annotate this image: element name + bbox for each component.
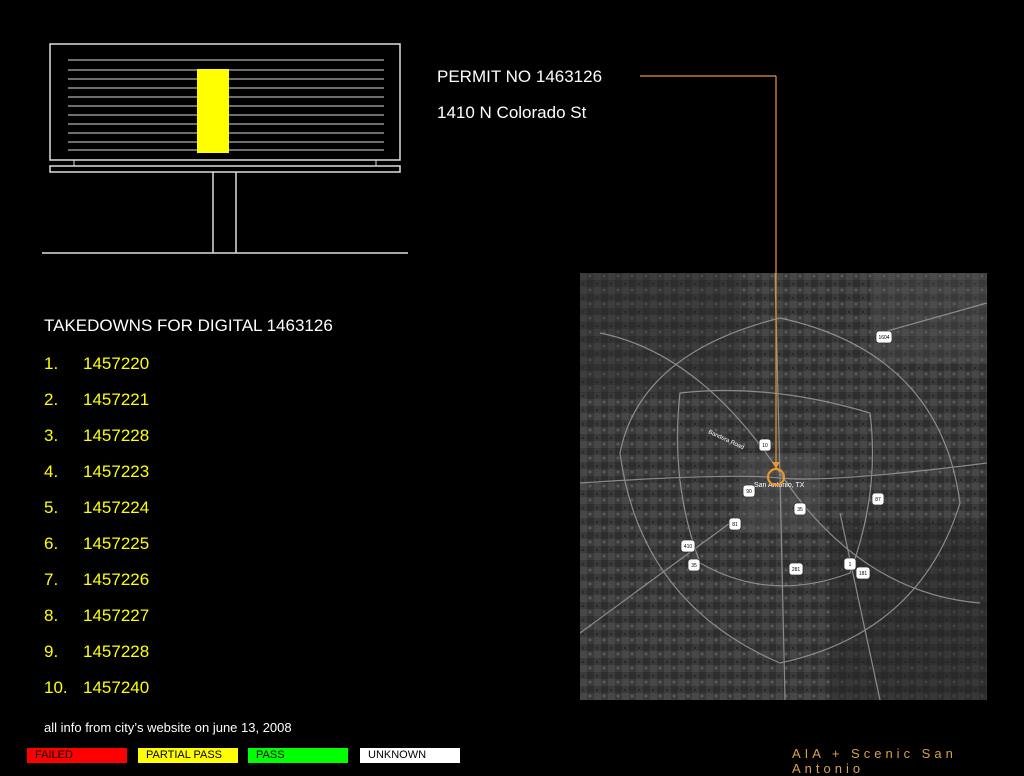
legend-failed: FAILED [27, 748, 127, 763]
highway-shield-icon: 81 [728, 517, 742, 531]
highway-shield-icon: 35 [687, 558, 701, 572]
highway-shield-icon: 87 [871, 492, 885, 506]
legend-pass: PASS [248, 748, 348, 763]
svg-text:1604: 1604 [878, 335, 889, 341]
highway-shield-icon: 281 [788, 562, 804, 576]
source-note: all info from city’s website on june 13,… [44, 720, 292, 735]
takedowns-title: TAKEDOWNS FOR DIGITAL 1463126 [44, 316, 333, 335]
permit-address: 1410 N Colorado St [437, 103, 587, 122]
list-item: 9. 1457228 [44, 642, 150, 661]
satellite-map: 1604 10 90 35 87 81 410 35 281 1 181 San… [580, 273, 987, 700]
brand-footer: AIA + Scenic San Antonio [792, 746, 957, 776]
svg-text:410: 410 [684, 544, 693, 550]
list-item: 2. 1457221 [44, 390, 150, 409]
list-item: 10. 1457240 [44, 678, 150, 697]
highway-shield-icon: 1 [843, 557, 857, 571]
svg-text:35: 35 [797, 507, 803, 513]
highway-shield-icon: 35 [793, 502, 807, 516]
highway-shield-icon: 410 [680, 539, 696, 553]
highway-shield-icon: 181 [855, 566, 871, 580]
takedowns-list: 1. 1457220 2. 1457221 3. 1457228 4. 1457223 … [44, 354, 149, 714]
legend-partial-pass: PARTIAL PASS [138, 748, 238, 763]
permit-number: PERMIT NO 1463126 [437, 67, 603, 86]
billboard-diagram [42, 43, 408, 254]
highway-shield-icon: 10 [758, 438, 772, 452]
svg-text:81: 81 [732, 522, 738, 528]
svg-text:87: 87 [875, 497, 881, 503]
map-city-label: San Antonio, TX [754, 482, 805, 489]
list-item: 1. 1457220 [44, 354, 150, 373]
svg-text:10: 10 [762, 443, 768, 449]
svg-text:90: 90 [746, 489, 752, 495]
highway-shield-icon: 1604 [875, 330, 893, 344]
list-item: 4. 1457223 [44, 462, 150, 481]
list-item: 3. 1457228 [44, 426, 150, 445]
svg-text:1: 1 [849, 562, 852, 568]
billboard-highlight-panel [197, 69, 229, 153]
svg-text:281: 281 [792, 567, 801, 573]
legend-unknown: UNKNOWN [360, 748, 460, 763]
svg-text:35: 35 [691, 563, 697, 569]
list-item: 5. 1457224 [44, 498, 150, 517]
list-item: 6. 1457225 [44, 534, 150, 553]
list-item: 7. 1457226 [44, 570, 150, 589]
list-item: 8. 1457227 [44, 606, 150, 625]
svg-text:181: 181 [859, 571, 868, 577]
